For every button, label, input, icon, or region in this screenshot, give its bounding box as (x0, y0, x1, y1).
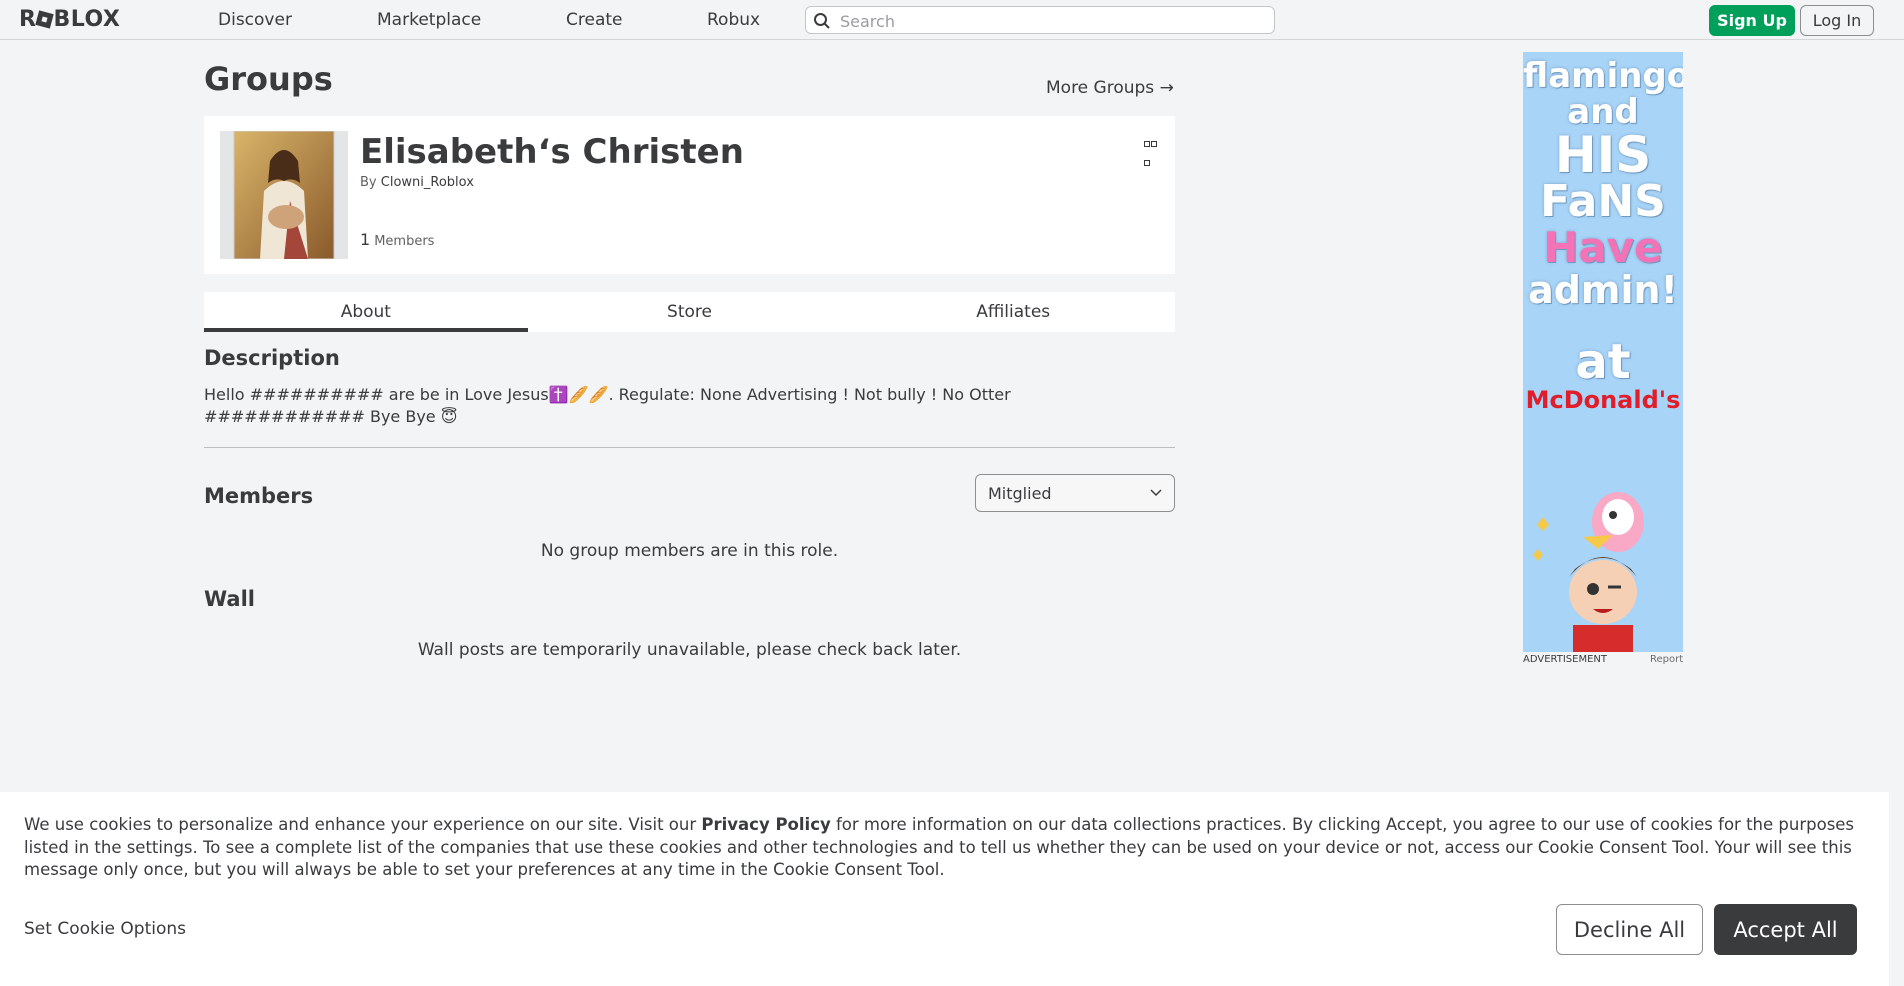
ad-text-line: admin! (1528, 268, 1678, 312)
role-dropdown-value: Mitglied (988, 484, 1052, 503)
tab-affiliates[interactable]: Affiliates (851, 292, 1175, 332)
ad-characters-illustration (1533, 492, 1644, 652)
search-icon (814, 13, 830, 29)
cookie-text-part: We use cookies to personalize and enhanc… (24, 815, 702, 834)
group-owner-link[interactable]: Clowni_Roblox (381, 175, 474, 190)
search-input[interactable] (838, 10, 1262, 32)
decline-all-button[interactable]: Decline All (1556, 904, 1703, 955)
accept-all-button[interactable]: Accept All (1714, 904, 1857, 955)
advertisement-banner[interactable]: flamingo and HIS FaNS Have admin! at McD… (1523, 52, 1683, 652)
advertisement-label: ADVERTISEMENT (1523, 654, 1608, 665)
search-box[interactable] (805, 6, 1275, 34)
no-members-message: No group members are in this role. (540, 541, 839, 561)
group-header-card: Elisabeth‘s Christen By Clowni_Roblox 1M… (204, 116, 1175, 274)
cookie-consent-banner: We use cookies to personalize and enhanc… (0, 792, 1889, 986)
section-divider (204, 447, 1175, 448)
by-label: By (360, 175, 377, 190)
ad-text-line: FaNS (1540, 176, 1666, 227)
nav-create[interactable]: Create (566, 10, 623, 30)
roblox-logo[interactable]: R BLOX (19, 7, 120, 32)
nav-marketplace[interactable]: Marketplace (377, 10, 481, 30)
nav-discover[interactable]: Discover (218, 10, 292, 30)
description-line-2: ############ Bye Bye 😇 (204, 407, 458, 426)
group-description: Hello ########## are be in Love Jesus✝️🥖… (204, 384, 1104, 428)
ad-text-line: McDonald's (1525, 386, 1681, 414)
page-title: Groups (204, 60, 333, 98)
members-heading: Members (204, 484, 314, 508)
group-tabs: About Store Affiliates (204, 292, 1175, 332)
top-navigation-bar: R BLOX Discover Marketplace Create Robux … (0, 0, 1904, 40)
member-count-label: Members (374, 234, 435, 249)
group-owner-line: By Clowni_Roblox (360, 175, 474, 190)
description-heading: Description (204, 346, 340, 370)
ad-text-line: at (1575, 334, 1631, 390)
more-options-icon[interactable] (1144, 132, 1162, 166)
tab-about[interactable]: About (204, 292, 528, 332)
description-line-1: Hello ########## are be in Love Jesus✝️🥖… (204, 385, 1011, 404)
sign-up-button[interactable]: Sign Up (1709, 5, 1795, 36)
member-count-number: 1 (360, 230, 371, 249)
chevron-down-icon (1150, 489, 1162, 497)
ad-report-link[interactable]: Report (1650, 654, 1683, 665)
role-dropdown[interactable]: Mitglied (975, 474, 1175, 512)
more-groups-link[interactable]: More Groups → (1046, 78, 1174, 98)
wall-heading: Wall (204, 587, 255, 611)
tab-store[interactable]: Store (528, 292, 852, 332)
member-count: 1 Members (360, 230, 434, 249)
group-emblem-image (220, 131, 348, 259)
privacy-policy-link[interactable]: Privacy Policy (701, 815, 830, 834)
set-cookie-options-link[interactable]: Set Cookie Options (24, 919, 186, 939)
wall-unavailable-message: Wall posts are temporarily unavailable, … (417, 640, 962, 660)
nav-robux[interactable]: Robux (707, 10, 760, 30)
log-in-button[interactable]: Log In (1800, 5, 1874, 36)
cookie-message: We use cookies to personalize and enhanc… (24, 814, 1864, 882)
ad-text-line: flamingo (1523, 56, 1683, 96)
ad-text-line: Have (1543, 223, 1663, 272)
group-name: Elisabeth‘s Christen (360, 132, 744, 172)
